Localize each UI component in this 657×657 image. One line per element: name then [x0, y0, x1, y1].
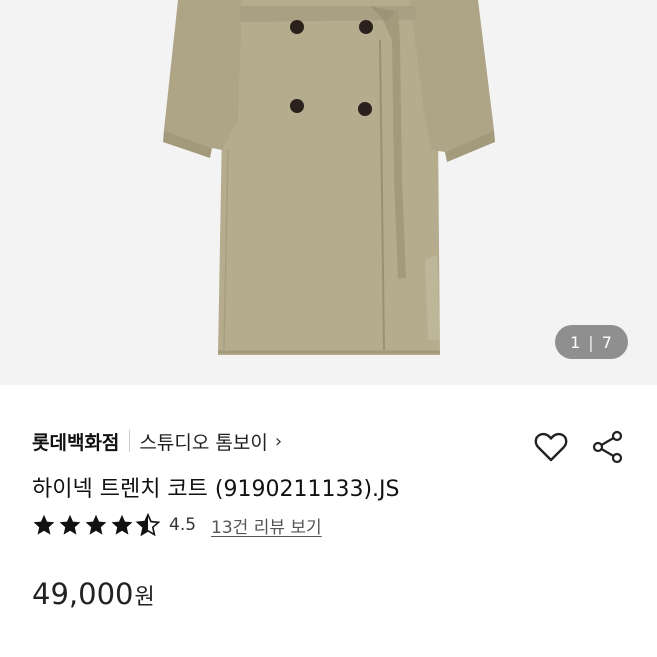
star-icon — [85, 514, 107, 535]
price: 49,000 원 — [32, 577, 155, 611]
brand-name[interactable]: 롯데백화점 — [32, 428, 119, 455]
heart-icon[interactable] — [533, 429, 569, 465]
rating-value: 4.5 — [169, 515, 197, 535]
product-photo — [163, 0, 495, 355]
share-icon[interactable] — [590, 429, 626, 465]
page-current: 1 — [570, 332, 582, 352]
product-title: 하이넥 트렌치 코트 (9190211133).JS — [32, 477, 400, 502]
page-separator: | — [588, 332, 595, 352]
price-amount: 49,000 — [32, 577, 134, 611]
rating-stars — [32, 513, 162, 537]
star-icon — [59, 514, 81, 535]
page-total: 7 — [601, 332, 613, 352]
rating-row: 4.5 13건 리뷰 보기 — [32, 512, 322, 538]
star-icon — [33, 514, 55, 535]
brand-row: 롯데백화점 스튜디오 톰보이 › — [32, 426, 282, 456]
price-unit: 원 — [134, 585, 155, 610]
chevron-right-icon[interactable]: › — [275, 431, 282, 452]
product-image-gallery[interactable]: 1 | 7 — [0, 0, 657, 385]
half-star-icon — [136, 513, 160, 537]
store-link[interactable]: 스튜디오 톰보이 — [139, 428, 267, 455]
star-icon — [111, 514, 133, 535]
image-page-indicator: 1 | 7 — [555, 325, 628, 359]
review-link[interactable]: 13건 리뷰 보기 — [211, 513, 322, 538]
brand-divider — [129, 430, 131, 452]
